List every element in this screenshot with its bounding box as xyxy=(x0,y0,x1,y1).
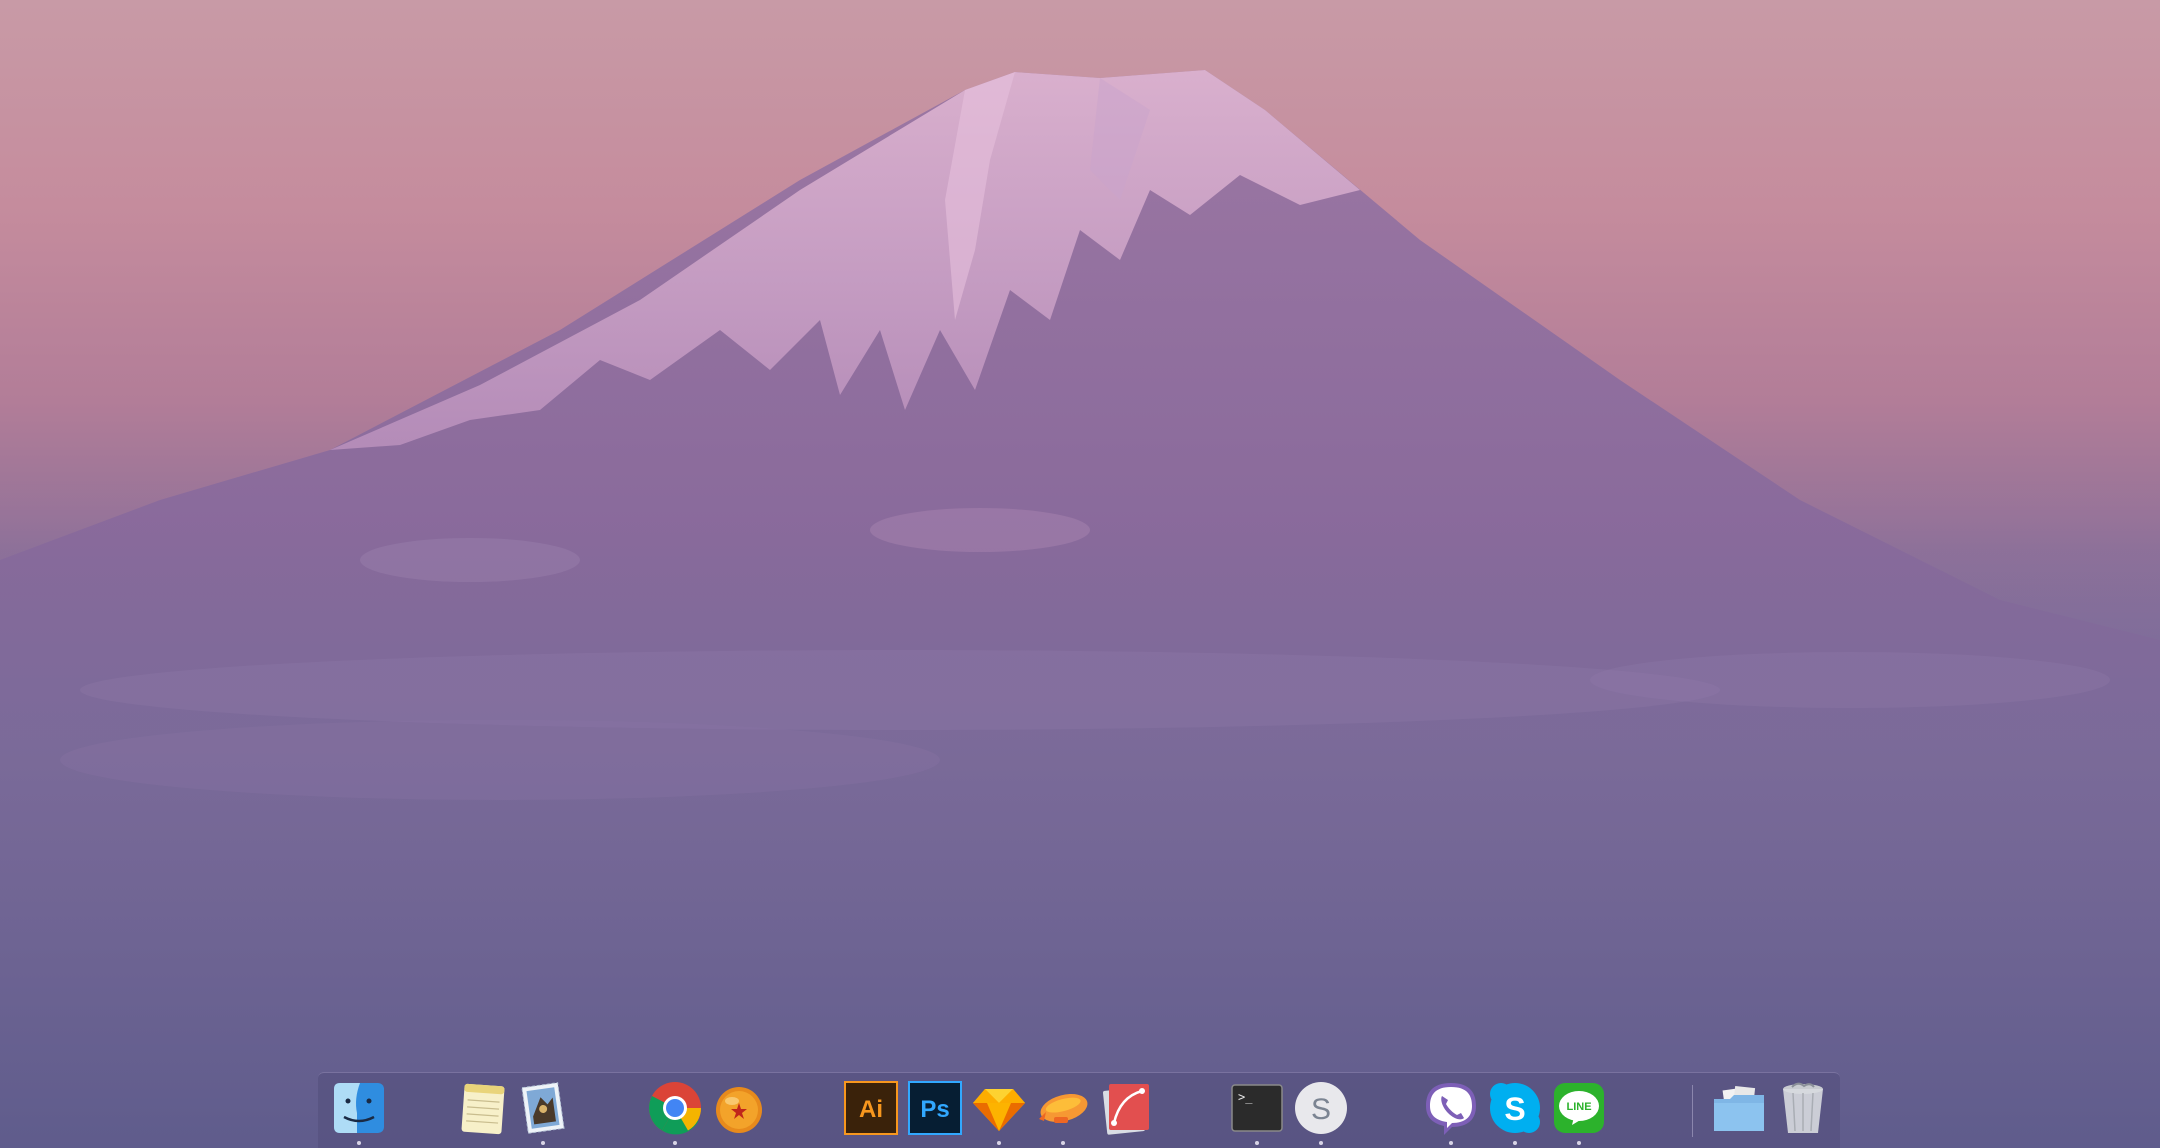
dock-item-line[interactable]: LINE xyxy=(1550,1079,1608,1145)
dock-item-terminal[interactable]: >_ xyxy=(1228,1079,1286,1145)
running-indicator xyxy=(1061,1141,1065,1145)
mount-fuji-wallpaper xyxy=(0,70,2160,1148)
svg-text:S: S xyxy=(1311,1093,1331,1126)
notes-icon xyxy=(461,1083,505,1135)
dock-item-viber[interactable] xyxy=(1422,1079,1480,1145)
dock-separator xyxy=(1692,1085,1693,1137)
running-indicator xyxy=(1513,1141,1517,1145)
dock-item-dragon-ball-app[interactable] xyxy=(710,1079,768,1141)
sketch-diamond-icon xyxy=(973,1089,1025,1131)
orange-star-ball-icon xyxy=(716,1087,762,1133)
svg-text:S: S xyxy=(1504,1091,1525,1127)
svg-text:Ps: Ps xyxy=(920,1096,949,1123)
dock-item-simplenote[interactable]: S xyxy=(1292,1079,1350,1145)
running-indicator xyxy=(1255,1141,1259,1145)
running-indicator xyxy=(1577,1141,1581,1145)
running-indicator xyxy=(541,1141,545,1145)
dock-item-graphic-app[interactable] xyxy=(1098,1079,1156,1141)
running-indicator xyxy=(357,1141,361,1145)
trash-icon xyxy=(1783,1082,1823,1133)
running-indicator xyxy=(997,1141,1001,1145)
svg-text:LINE: LINE xyxy=(1566,1101,1591,1113)
running-indicator xyxy=(1319,1141,1323,1145)
svg-text:>_: >_ xyxy=(1238,1090,1253,1104)
line-icon: LINE xyxy=(1554,1083,1604,1133)
dock-item-sketch[interactable] xyxy=(970,1079,1028,1145)
simplenote-icon: S xyxy=(1295,1082,1347,1134)
chrome-icon xyxy=(649,1082,701,1135)
illustrator-icon: Ai xyxy=(844,1081,898,1135)
running-indicator xyxy=(673,1141,677,1145)
folder-icon xyxy=(1714,1086,1764,1131)
dock: Ai Ps >_ S S LINE xyxy=(318,1072,1840,1148)
dock-item-trash[interactable] xyxy=(1774,1079,1832,1141)
desktop-wallpaper: Ai Ps >_ S S LINE xyxy=(0,0,2160,1148)
skype-icon: S xyxy=(1490,1083,1540,1133)
dock-item-downloads-folder[interactable] xyxy=(1710,1079,1768,1141)
terminal-icon: >_ xyxy=(1231,1084,1283,1132)
mail-stamp-icon xyxy=(521,1082,565,1134)
dock-item-photoshop[interactable]: Ps xyxy=(906,1079,964,1141)
dock-item-notes[interactable] xyxy=(454,1079,512,1141)
dock-item-skype[interactable]: S xyxy=(1486,1079,1544,1145)
dock-item-finder[interactable] xyxy=(330,1079,388,1145)
finder-icon xyxy=(334,1083,384,1133)
running-indicator xyxy=(1449,1141,1453,1145)
dock-item-mail[interactable] xyxy=(514,1079,572,1145)
dock-item-zeplin[interactable] xyxy=(1034,1079,1092,1145)
viber-icon xyxy=(1426,1083,1476,1135)
photoshop-icon: Ps xyxy=(908,1081,962,1135)
dock-item-chrome[interactable] xyxy=(646,1079,704,1145)
zeplin-blimp-icon xyxy=(1039,1093,1088,1123)
dock-item-illustrator[interactable]: Ai xyxy=(842,1079,900,1141)
svg-text:Ai: Ai xyxy=(859,1096,883,1123)
pen-curve-icon xyxy=(1103,1084,1149,1135)
